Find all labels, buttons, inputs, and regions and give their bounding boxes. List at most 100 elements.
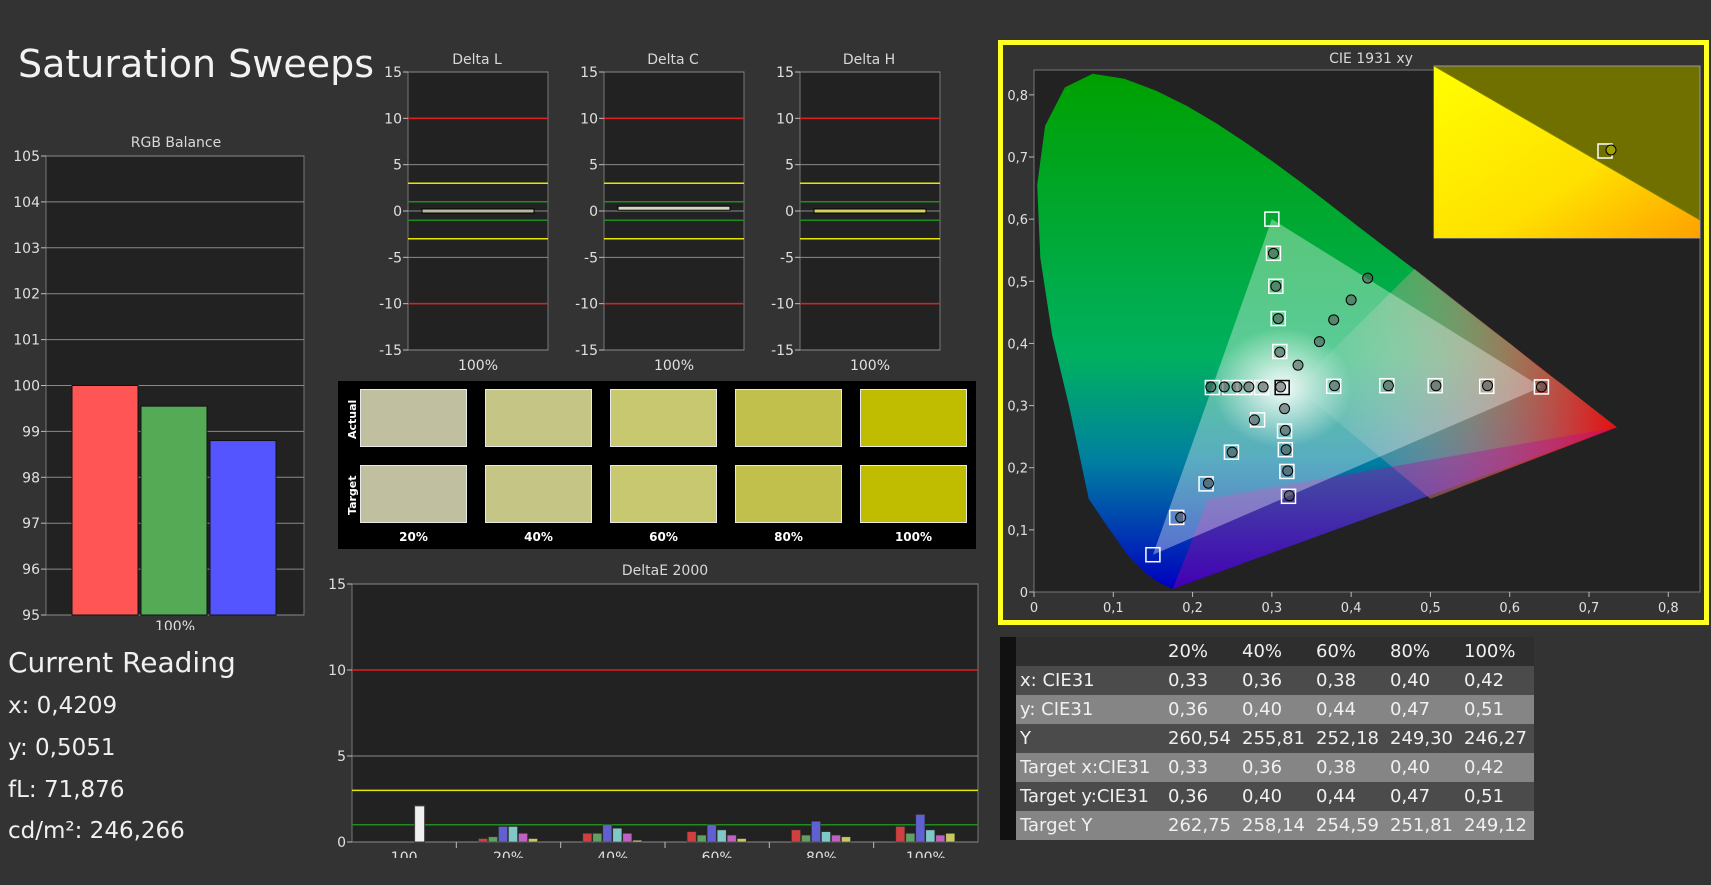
deltae-y-tick-label: 10 — [328, 663, 346, 679]
deltae-x-tick-label: 20% — [493, 850, 524, 858]
zoom-inset — [1433, 65, 1701, 239]
table-cell: 0,36 — [1238, 753, 1312, 782]
delta-y-tick-label: 15 — [776, 65, 794, 81]
rgb-y-tick-label: 101 — [13, 333, 40, 349]
row-label: Target y:CIE31 — [1016, 782, 1164, 811]
table-row: Target Y 262,75 258,14 254,59 251,81 249,12 — [1000, 811, 1534, 840]
deltae-bar — [528, 838, 538, 843]
cie-measured-marker — [1430, 380, 1442, 392]
delta-x-label: 100% — [458, 358, 498, 374]
deltae-bar — [508, 826, 518, 843]
swatch-label: 20% — [399, 530, 428, 544]
swatch-label: 100% — [894, 530, 933, 544]
table-cell: 251,81 — [1386, 811, 1460, 840]
cie-measured-marker — [1382, 380, 1394, 392]
cie-measured-marker — [1270, 280, 1282, 292]
delta-y-tick-label: -10 — [575, 297, 598, 313]
table-header: 100% — [1460, 637, 1534, 666]
deltae-bar — [488, 836, 498, 843]
cie-measured-marker — [1362, 272, 1374, 284]
deltae-title: DeltaE 2000 — [621, 563, 709, 579]
rgb-bar — [140, 405, 208, 616]
deltae-bar — [686, 831, 697, 843]
table-header-row: 20% 40% 60% 80% 100% — [1000, 637, 1534, 666]
table-cell: 0,51 — [1460, 695, 1534, 724]
deltae-bar — [696, 834, 707, 843]
actual-swatch — [735, 389, 842, 447]
deltae-bar — [478, 838, 488, 843]
target-row-label: Target — [346, 475, 359, 515]
table-cell: 258,14 — [1238, 811, 1312, 840]
target-swatch — [360, 465, 467, 523]
table-cell: 0,44 — [1312, 695, 1386, 724]
cie-x-tick-label: 0 — [1030, 601, 1038, 616]
table-cell: 0,33 — [1164, 753, 1238, 782]
swatch-label: 60% — [649, 530, 678, 544]
deltae-bar — [498, 826, 508, 843]
table-cell: 0,36 — [1164, 695, 1238, 724]
delta-bar — [617, 205, 731, 211]
delta-y-tick-label: -15 — [575, 343, 598, 359]
table-cell: 0,47 — [1386, 782, 1460, 811]
deltae-bar — [622, 833, 633, 843]
delta-y-tick-label: 10 — [776, 111, 794, 127]
delta-y-tick-label: 0 — [785, 204, 794, 220]
actual-row-label: Actual — [346, 399, 359, 439]
table-header: 20% — [1164, 637, 1238, 666]
measurement-table: 20% 40% 60% 80% 100% x: CIE31 0,33 0,36 0,3… — [1000, 637, 1534, 840]
rgb-y-tick-label: 97 — [22, 516, 40, 532]
cie-measured-marker — [1205, 381, 1217, 393]
reading-y: y: 0,5051 — [8, 735, 116, 761]
cie-measured-marker — [1313, 336, 1325, 348]
delta-chart: 15 10 5 0 -5 -10 -15 100% — [379, 65, 549, 374]
target-swatch — [735, 465, 842, 523]
rgb-y-tick-label: 95 — [22, 608, 40, 624]
delta-y-tick-label: 0 — [393, 204, 402, 220]
rgb-y-tick-label: 96 — [22, 562, 40, 578]
deltae-bar — [905, 833, 916, 843]
cie-y-tick-label: 0 — [1020, 586, 1028, 601]
delta-bar — [813, 208, 927, 214]
rgb-balance-title: RGB Balance — [130, 135, 222, 151]
deltae-bar — [592, 833, 603, 843]
cie-measured-marker — [1292, 359, 1304, 371]
rgb-y-tick-label: 105 — [13, 150, 40, 165]
row-label: y: CIE31 — [1016, 695, 1164, 724]
rgb-x-label: 100% — [155, 619, 195, 630]
row-label: Target Y — [1016, 811, 1164, 840]
table-row: Target y:CIE31 0,36 0,40 0,44 0,47 0,51 — [1000, 782, 1534, 811]
deltae-y-tick-label: 0 — [337, 835, 346, 851]
deltae-bar — [831, 834, 841, 843]
cie-measured-marker — [1345, 294, 1357, 306]
delta-x-label: 100% — [654, 358, 694, 374]
deltae-bar — [821, 831, 831, 843]
delta-y-tick-label: 5 — [785, 158, 794, 174]
cie-y-tick-label: 0,4 — [1007, 337, 1028, 352]
delta-y-tick-label: -10 — [379, 297, 402, 313]
cie-measured-marker — [1218, 381, 1230, 393]
deltae-bar — [811, 821, 821, 843]
table-cell: 0,36 — [1164, 782, 1238, 811]
table-cell: 0,44 — [1312, 782, 1386, 811]
cie-measured-marker — [1279, 424, 1291, 436]
table-cell: 0,40 — [1238, 782, 1312, 811]
deltae-bar — [801, 834, 811, 843]
deltae-bar — [602, 824, 613, 843]
table-cell: 260,54 — [1164, 724, 1238, 753]
cie-x-tick-label: 0,5 — [1420, 601, 1441, 616]
cie-measured-marker — [1275, 381, 1287, 393]
table-cell: 0,38 — [1312, 666, 1386, 695]
cie-measured-marker — [1279, 403, 1291, 415]
delta-y-tick-label: 15 — [384, 65, 402, 81]
cie-x-tick-label: 0,8 — [1658, 601, 1679, 616]
delta-y-tick-label: -5 — [388, 250, 402, 266]
deltae-bar — [841, 836, 851, 843]
deltae-bar — [895, 826, 906, 843]
rgb-y-tick-label: 102 — [13, 287, 40, 303]
deltae-x-tick-label: 80% — [806, 850, 837, 858]
cie-y-tick-label: 0,3 — [1007, 400, 1028, 415]
cie-y-tick-label: 0,6 — [1007, 213, 1028, 228]
rgb-y-tick-label: 99 — [22, 424, 40, 440]
table-cell: 254,59 — [1312, 811, 1386, 840]
deltae-y-tick-label: 15 — [328, 578, 346, 593]
